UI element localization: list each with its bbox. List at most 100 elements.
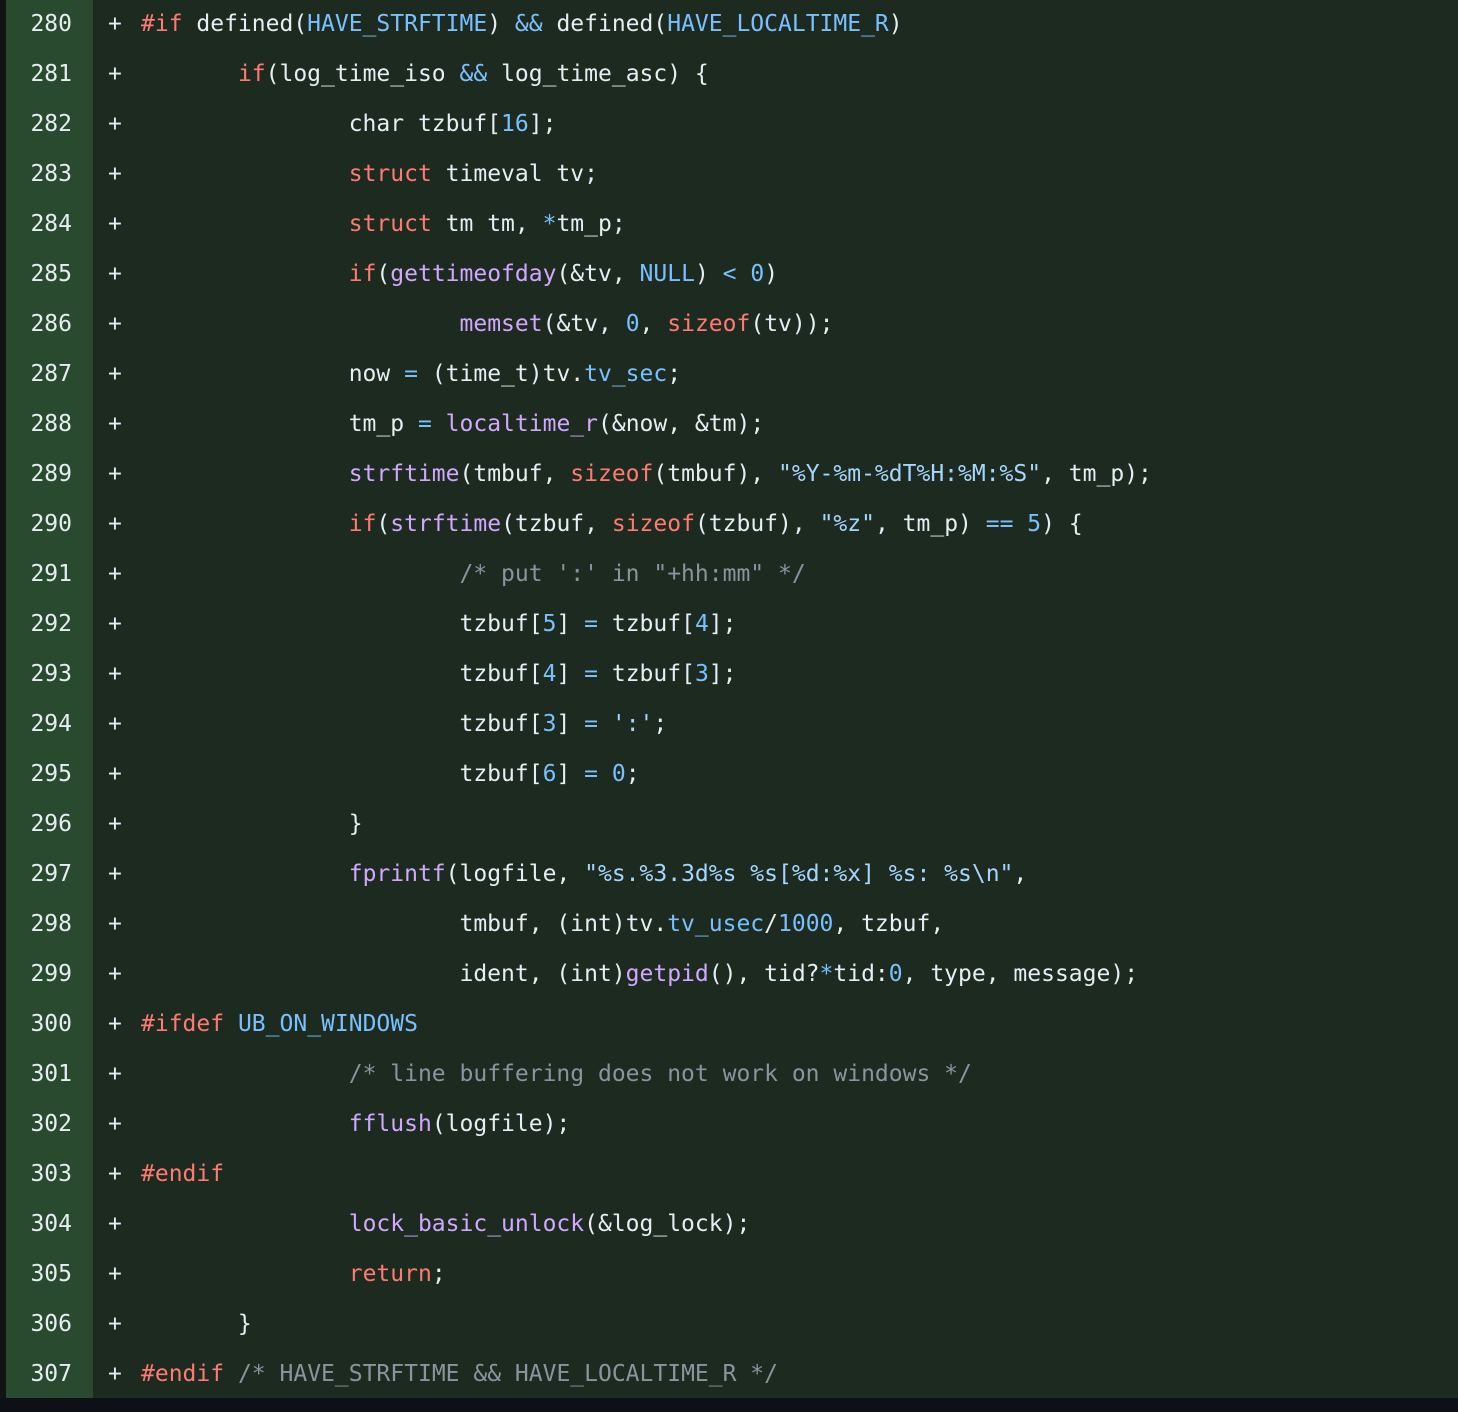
code-token: )	[694, 261, 723, 287]
line-number[interactable]: 304	[6, 1208, 72, 1240]
line-number[interactable]: 293	[6, 658, 72, 690]
code-token: (	[376, 511, 391, 537]
code-line: tzbuf[4] = tzbuf[3];	[141, 658, 736, 690]
code-token: NULL	[639, 261, 695, 287]
code-token: /* line buffering does not work on windo…	[348, 1061, 972, 1087]
diff-line: 291 + /* put ':' in "+hh:mm" */	[0, 550, 1458, 600]
code-line: #endif	[141, 1158, 224, 1190]
line-number[interactable]: 281	[6, 58, 72, 90]
code-token: tm_p;	[556, 211, 626, 237]
code-token: tzbuf[	[141, 761, 543, 787]
code-token: lock_basic_unlock	[348, 1211, 585, 1237]
code-token: (tzbuf),	[694, 511, 820, 537]
line-number[interactable]: 291	[6, 558, 72, 590]
line-number[interactable]: 306	[6, 1308, 72, 1340]
code-line: tm_p = localtime_r(&now, &tm);	[141, 408, 764, 440]
code-token: =	[584, 711, 598, 737]
code-line: char tzbuf[16];	[141, 108, 557, 140]
code-token: #endif	[141, 1361, 225, 1387]
code-token: &&	[514, 11, 543, 37]
code-token: tv_usec	[667, 911, 765, 937]
code-token: (time_t)tv.	[417, 361, 585, 387]
code-token: 4	[694, 611, 709, 637]
addition-marker: +	[108, 211, 122, 237]
line-number[interactable]: 280	[6, 8, 72, 40]
diff-line: 286 + memset(&tv, 0, sizeof(tv));	[0, 300, 1458, 350]
line-number[interactable]: 301	[6, 1058, 72, 1090]
code-token: 4	[542, 661, 557, 687]
code-token: , tm_p)	[874, 511, 986, 537]
code-token: 0	[888, 961, 903, 987]
line-number[interactable]: 287	[6, 358, 72, 390]
diff-line: 297 + fprintf(logfile, "%s.%3.3d%s %s[%d:…	[0, 850, 1458, 900]
addition-marker: +	[108, 1161, 122, 1187]
code-token: getpid	[625, 961, 709, 987]
diff-line: 289 + strftime(tmbuf, sizeof(tmbuf), "%Y-…	[0, 450, 1458, 500]
code-token: if	[348, 511, 377, 537]
code-token: ;	[667, 361, 682, 387]
line-number[interactable]: 288	[6, 408, 72, 440]
code-token: log_time_asc) {	[487, 61, 709, 87]
code-token: , tzbuf,	[833, 911, 945, 937]
code-token: "%z"	[819, 511, 875, 537]
code-token: #ifdef	[141, 1011, 225, 1037]
addition-marker: +	[108, 661, 122, 687]
line-number[interactable]: 290	[6, 508, 72, 540]
line-number[interactable]: 296	[6, 808, 72, 840]
code-token: struct	[348, 211, 432, 237]
diff-line: 292 + tzbuf[5] = tzbuf[4];	[0, 600, 1458, 650]
code-token: strftime	[390, 511, 502, 537]
code-token: ]	[556, 761, 585, 787]
line-number[interactable]: 289	[6, 458, 72, 490]
code-token: (tzbuf,	[501, 511, 612, 537]
diff-line: 299 + ident, (int)getpid(), tid?*tid:0, t…	[0, 950, 1458, 1000]
code-line: tzbuf[3] = ':';	[141, 708, 667, 740]
line-number[interactable]: 303	[6, 1158, 72, 1190]
code-token: =	[584, 611, 598, 637]
code-token: #if	[141, 11, 183, 37]
addition-marker: +	[108, 861, 122, 887]
addition-marker: +	[108, 11, 122, 37]
line-number[interactable]: 286	[6, 308, 72, 340]
line-number[interactable]: 294	[6, 708, 72, 740]
line-number[interactable]: 307	[6, 1358, 72, 1390]
line-number[interactable]: 299	[6, 958, 72, 990]
addition-marker: +	[108, 961, 122, 987]
diff-line: 290 + if(strftime(tzbuf, sizeof(tzbuf), "…	[0, 500, 1458, 550]
code-line: tmbuf, (int)tv.tv_usec/1000, tzbuf,	[141, 908, 944, 940]
line-number[interactable]: 295	[6, 758, 72, 790]
code-token: 5	[1027, 511, 1042, 537]
line-number[interactable]: 297	[6, 858, 72, 890]
line-number[interactable]: 285	[6, 258, 72, 290]
code-token: 3	[542, 711, 557, 737]
code-token: (&now, &tm);	[598, 411, 765, 437]
code-token: (log_time_iso	[265, 61, 460, 87]
line-number[interactable]: 298	[6, 908, 72, 940]
line-number[interactable]: 283	[6, 158, 72, 190]
diff-line: 287 + now = (time_t)tv.tv_sec;	[0, 350, 1458, 400]
line-number[interactable]: 284	[6, 208, 72, 240]
code-token: if	[237, 61, 266, 87]
line-number[interactable]: 292	[6, 608, 72, 640]
addition-marker: +	[108, 111, 122, 137]
code-line: fflush(logfile);	[141, 1108, 571, 1140]
line-number[interactable]: 305	[6, 1258, 72, 1290]
code-token: (logfile);	[431, 1111, 571, 1137]
line-number[interactable]: 282	[6, 108, 72, 140]
addition-marker: +	[108, 461, 122, 487]
line-number[interactable]: 302	[6, 1108, 72, 1140]
code-token: tzbuf[	[598, 661, 695, 687]
addition-marker: +	[108, 1211, 122, 1237]
code-token: ];	[708, 611, 737, 637]
line-number[interactable]: 300	[6, 1008, 72, 1040]
code-line: memset(&tv, 0, sizeof(tv));	[141, 308, 834, 340]
code-token: struct	[348, 161, 432, 187]
